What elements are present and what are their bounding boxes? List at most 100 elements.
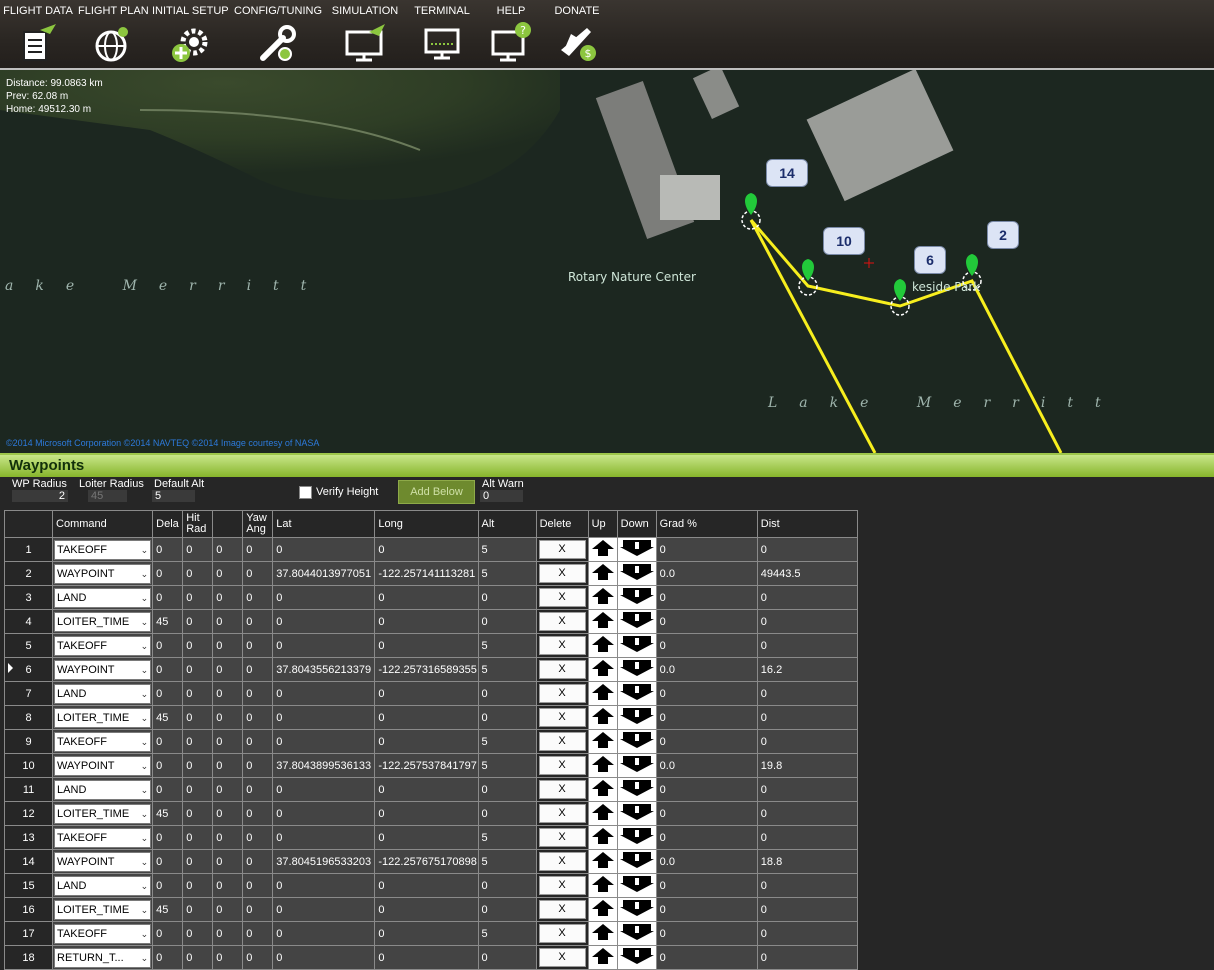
command-cell[interactable]: TAKEOFF ⌄ (52, 537, 154, 562)
yaw-cell[interactable]: 0 (242, 681, 274, 706)
param3-cell[interactable]: 0 (212, 945, 244, 970)
alt-cell[interactable]: 5 (477, 729, 537, 754)
table-row[interactable]: 3 LAND ⌄ 0 0 0 0 0 0 0 X 0 0 (3, 585, 859, 610)
move-down-button[interactable] (616, 753, 657, 778)
delete-button[interactable]: X (538, 852, 586, 871)
command-dropdown[interactable]: TAKEOFF ⌄ (54, 923, 152, 944)
command-dropdown[interactable]: TAKEOFF ⌄ (54, 827, 152, 848)
command-dropdown[interactable]: RETURN_T... ⌄ (54, 947, 152, 968)
lat-cell[interactable]: 0 (272, 537, 376, 562)
table-row[interactable]: 15 LAND ⌄ 0 0 0 0 0 0 0 X 0 0 (3, 873, 859, 898)
delay-cell[interactable]: 0 (152, 681, 184, 706)
delay-cell[interactable]: 0 (152, 537, 184, 562)
yaw-cell[interactable]: 0 (242, 897, 274, 922)
lat-cell[interactable]: 0 (272, 897, 376, 922)
hit-rad-cell[interactable]: 0 (182, 705, 214, 730)
delete-button[interactable]: X (538, 612, 586, 631)
column-header[interactable]: Yaw Ang (242, 510, 274, 538)
move-down-button[interactable] (616, 561, 657, 586)
move-down-button[interactable] (616, 801, 657, 826)
hit-rad-cell[interactable]: 0 (182, 801, 214, 826)
flight-plan-map[interactable]: Distance: 99.0863 km Prev: 62.08 m Home:… (0, 70, 1214, 453)
table-row[interactable]: 9 TAKEOFF ⌄ 0 0 0 0 0 0 5 X 0 0 (3, 729, 859, 754)
move-down-button[interactable] (616, 633, 657, 658)
hit-rad-cell[interactable]: 0 (182, 537, 214, 562)
param3-cell[interactable]: 0 (212, 825, 244, 850)
long-cell[interactable]: 0 (374, 609, 479, 634)
table-row[interactable]: 1 TAKEOFF ⌄ 0 0 0 0 0 0 5 X 0 0 (3, 537, 859, 562)
waypoint-badge[interactable]: 14 (766, 159, 808, 187)
move-up-button[interactable] (587, 609, 618, 634)
delete-button[interactable]: X (538, 780, 586, 799)
move-up-button[interactable] (587, 729, 618, 754)
command-dropdown[interactable]: WAYPOINT ⌄ (54, 755, 152, 776)
row-number[interactable]: 8 (3, 705, 54, 730)
table-row[interactable]: 8 LOITER_TIME ⌄ 45 0 0 0 0 0 0 X 0 0 (3, 705, 859, 730)
lat-cell[interactable]: 0 (272, 585, 376, 610)
command-dropdown[interactable]: WAYPOINT ⌄ (54, 563, 152, 584)
move-up-button[interactable] (587, 585, 618, 610)
command-dropdown[interactable]: LAND ⌄ (54, 779, 152, 800)
move-up-button[interactable] (587, 705, 618, 730)
command-cell[interactable]: LAND ⌄ (52, 681, 154, 706)
delay-cell[interactable]: 0 (152, 729, 184, 754)
column-header[interactable]: Grad % (655, 510, 758, 538)
table-row[interactable]: 13 TAKEOFF ⌄ 0 0 0 0 0 0 5 X 0 0 (3, 825, 859, 850)
hit-rad-cell[interactable]: 0 (182, 897, 214, 922)
row-number[interactable]: 16 (3, 897, 54, 922)
table-row[interactable]: 16 LOITER_TIME ⌄ 45 0 0 0 0 0 0 X 0 0 (3, 897, 859, 922)
delete-button[interactable]: X (538, 564, 586, 583)
alt-cell[interactable]: 0 (477, 585, 537, 610)
row-number[interactable]: 14 (3, 849, 54, 874)
move-up-button[interactable] (587, 777, 618, 802)
delay-cell[interactable]: 45 (152, 609, 184, 634)
delete-button[interactable]: X (538, 660, 586, 679)
long-cell[interactable]: 0 (374, 729, 479, 754)
alt-cell[interactable]: 5 (477, 561, 537, 586)
yaw-cell[interactable]: 0 (242, 657, 274, 682)
lat-cell[interactable]: 0 (272, 633, 376, 658)
row-number[interactable]: 5 (3, 633, 54, 658)
param3-cell[interactable]: 0 (212, 849, 244, 874)
yaw-cell[interactable]: 0 (242, 705, 274, 730)
table-row[interactable]: 4 LOITER_TIME ⌄ 45 0 0 0 0 0 0 X 0 0 (3, 609, 859, 634)
menu-flight-data[interactable]: FLIGHT DATA (2, 0, 74, 68)
alt-cell[interactable]: 0 (477, 609, 537, 634)
hit-rad-cell[interactable]: 0 (182, 777, 214, 802)
command-dropdown[interactable]: LOITER_TIME ⌄ (54, 899, 152, 920)
delete-button[interactable]: X (538, 948, 586, 967)
waypoint-badge[interactable]: 10 (823, 227, 865, 255)
delay-cell[interactable]: 0 (152, 945, 184, 970)
column-header[interactable]: Down (616, 510, 657, 538)
yaw-cell[interactable]: 0 (242, 729, 274, 754)
yaw-cell[interactable]: 0 (242, 849, 274, 874)
delete-button[interactable]: X (538, 876, 586, 895)
column-header[interactable]: Lat (272, 510, 376, 538)
lat-cell[interactable]: 0 (272, 609, 376, 634)
delay-cell[interactable]: 45 (152, 705, 184, 730)
menu-simulation[interactable]: SIMULATION (330, 0, 400, 68)
add-below-button[interactable]: Add Below (398, 480, 475, 504)
alt-cell[interactable]: 5 (477, 537, 537, 562)
param3-cell[interactable]: 0 (212, 897, 244, 922)
column-header[interactable]: Dist (756, 510, 859, 538)
lat-cell[interactable]: 0 (272, 705, 376, 730)
table-row[interactable]: 11 LAND ⌄ 0 0 0 0 0 0 0 X 0 0 (3, 777, 859, 802)
command-cell[interactable]: TAKEOFF ⌄ (52, 729, 154, 754)
lat-cell[interactable]: 0 (272, 681, 376, 706)
long-cell[interactable]: 0 (374, 873, 479, 898)
row-number[interactable]: 12 (3, 801, 54, 826)
row-number[interactable]: 2 (3, 561, 54, 586)
param3-cell[interactable]: 0 (212, 729, 244, 754)
delay-cell[interactable]: 0 (152, 825, 184, 850)
lat-cell[interactable]: 37.8043899536133 (272, 753, 376, 778)
long-cell[interactable]: 0 (374, 801, 479, 826)
lat-cell[interactable]: 37.8045196533203 (272, 849, 376, 874)
table-row[interactable]: 5 TAKEOFF ⌄ 0 0 0 0 0 0 5 X 0 0 (3, 633, 859, 658)
long-cell[interactable]: 0 (374, 945, 479, 970)
command-dropdown[interactable]: TAKEOFF ⌄ (54, 635, 152, 656)
table-row[interactable]: 12 LOITER_TIME ⌄ 45 0 0 0 0 0 0 X 0 0 (3, 801, 859, 826)
move-up-button[interactable] (587, 753, 618, 778)
column-header[interactable]: Delete (535, 510, 589, 538)
table-row[interactable]: 7 LAND ⌄ 0 0 0 0 0 0 0 X 0 0 (3, 681, 859, 706)
